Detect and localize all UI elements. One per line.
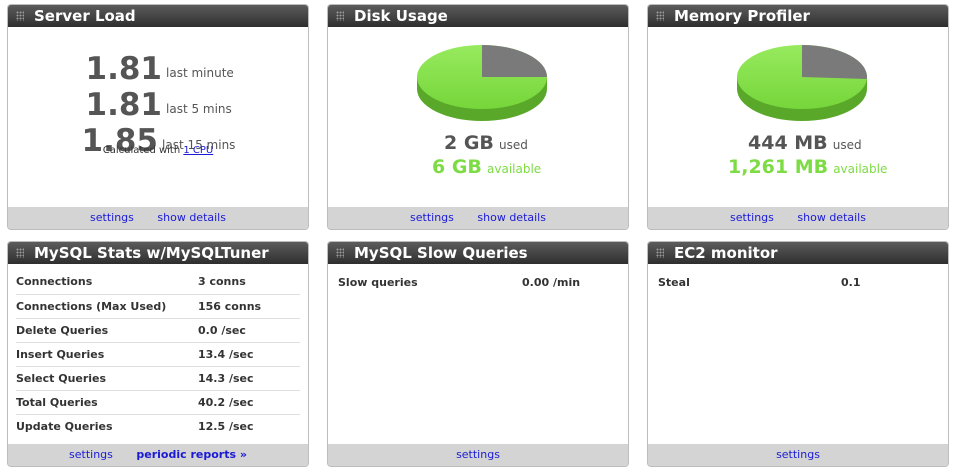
used-stat: 444 MB used <box>748 132 862 154</box>
drag-handle-icon[interactable] <box>336 11 344 21</box>
cpu-note: Calculated with 1 CPU <box>8 145 308 156</box>
used-value: 444 MB <box>748 132 828 154</box>
widget-footer: settings <box>328 444 628 466</box>
widget-footer: settings <box>648 444 948 466</box>
drag-handle-icon[interactable] <box>656 248 664 258</box>
stat-name: Insert Queries <box>16 342 198 367</box>
settings-link[interactable]: settings <box>776 448 820 461</box>
settings-link[interactable]: settings <box>69 448 113 461</box>
widget-title: MySQL Stats w/MySQLTuner <box>34 244 269 262</box>
show-details-link[interactable]: show details <box>157 211 226 224</box>
stat-name: Update Queries <box>16 419 113 433</box>
memory-profiler-title-bar[interactable]: Memory Profiler <box>648 5 948 27</box>
stat-name: Select Queries <box>16 366 198 391</box>
settings-link[interactable]: settings <box>730 211 774 224</box>
available-value: 1,261 MB <box>728 156 829 178</box>
stat-value: 0.0 /sec <box>198 318 300 343</box>
drag-handle-icon[interactable] <box>16 248 24 258</box>
disk-usage-title-bar[interactable]: Disk Usage <box>328 5 628 27</box>
server-load-title-bar[interactable]: Server Load <box>8 5 308 27</box>
used-stat: 2 GB used <box>444 132 528 154</box>
used-label: used <box>499 138 528 152</box>
pie-slice-used <box>802 45 867 80</box>
server-load-widget: Server Load 1.81 last minute 1.81 last 5… <box>7 4 309 230</box>
available-stat: 1,261 MB available <box>728 156 887 178</box>
periodic-reports-link[interactable]: periodic reports » <box>136 448 247 461</box>
widget-title: Memory Profiler <box>674 7 810 25</box>
settings-link[interactable]: settings <box>456 448 500 461</box>
slow-queries-value: 0.00 /min <box>522 276 581 289</box>
widget-footer: settings show details <box>328 207 628 229</box>
available-label: available <box>833 162 888 176</box>
widget-title: Disk Usage <box>354 7 448 25</box>
mysql-slow-queries-title-bar[interactable]: MySQL Slow Queries <box>328 242 628 264</box>
drag-handle-icon[interactable] <box>16 11 24 21</box>
cpu-note-prefix: Calculated with <box>102 145 181 156</box>
stat-value: 12.5 /sec <box>198 419 254 433</box>
mysql-stats-widget: MySQL Stats w/MySQLTuner Connections 3 co… <box>7 241 309 467</box>
available-stat: 6 GB available <box>432 156 541 178</box>
mysql-stats-table: Connections 3 conns Connections (Max Used)… <box>16 270 300 438</box>
widget-footer: settings show details <box>8 207 308 229</box>
used-value: 2 GB <box>444 132 494 154</box>
disk-usage-widget: Disk Usage 2 GB used 6 GB available sett… <box>327 4 629 230</box>
drag-handle-icon[interactable] <box>656 11 664 21</box>
steal-label: Steal <box>658 276 690 289</box>
widget-title: EC2 monitor <box>674 244 778 262</box>
stat-name: Connections <box>16 270 198 295</box>
table-row: Connections 3 conns <box>16 270 300 295</box>
load-label-1min: last minute <box>166 66 234 80</box>
pie-slice-used <box>482 45 547 77</box>
memory-profiler-widget: Memory Profiler 444 MB used 1,261 MB ava… <box>647 4 949 230</box>
table-row: Insert Queries 13.4 /sec <box>16 342 300 367</box>
settings-link[interactable]: settings <box>90 211 134 224</box>
table-row: Connections (Max Used) 156 conns <box>16 294 300 319</box>
mysql-slow-queries-widget: MySQL Slow Queries Slow queries 0.00 /mi… <box>327 241 629 467</box>
stat-value: 13.4 /sec <box>198 342 300 367</box>
table-row: Update Queries 12.5 /sec <box>16 414 300 438</box>
table-row: Delete Queries 0.0 /sec <box>16 318 300 343</box>
stat-value: 40.2 /sec <box>198 390 300 415</box>
widget-title: Server Load <box>34 7 136 25</box>
stat-value: 3 conns <box>198 270 300 295</box>
table-row: Total Queries 40.2 /sec <box>16 390 300 415</box>
available-value: 6 GB <box>432 156 482 178</box>
cpu-count-link[interactable]: 1 CPU <box>183 145 213 156</box>
steal-value: 0.1 <box>841 276 861 289</box>
used-label: used <box>832 138 862 152</box>
widget-footer: settings show details <box>648 207 948 229</box>
stat-name: Total Queries <box>16 390 198 415</box>
slow-queries-label: Slow queries <box>338 276 418 289</box>
load-value-1min: 1.81 <box>85 51 163 87</box>
memory-usage-pie-chart <box>737 45 867 121</box>
stat-value: 156 conns <box>198 294 300 319</box>
widget-footer: settings periodic reports » <box>8 444 308 466</box>
available-label: available <box>487 162 542 176</box>
table-row: Select Queries 14.3 /sec <box>16 366 300 391</box>
stat-name: Delete Queries <box>16 318 198 343</box>
settings-link[interactable]: settings <box>410 211 454 224</box>
ec2-monitor-title-bar[interactable]: EC2 monitor <box>648 242 948 264</box>
load-label-5min: last 5 mins <box>166 102 232 116</box>
show-details-link[interactable]: show details <box>797 211 866 224</box>
disk-usage-pie-chart <box>417 45 547 121</box>
show-details-link[interactable]: show details <box>477 211 546 224</box>
drag-handle-icon[interactable] <box>336 248 344 258</box>
mysql-stats-title-bar[interactable]: MySQL Stats w/MySQLTuner <box>8 242 308 264</box>
ec2-monitor-widget: EC2 monitor Steal 0.1 settings <box>647 241 949 467</box>
widget-title: MySQL Slow Queries <box>354 244 528 262</box>
load-value-5min: 1.81 <box>85 87 163 123</box>
stat-name: Connections (Max Used) <box>16 294 198 319</box>
stat-value: 14.3 /sec <box>198 366 300 391</box>
